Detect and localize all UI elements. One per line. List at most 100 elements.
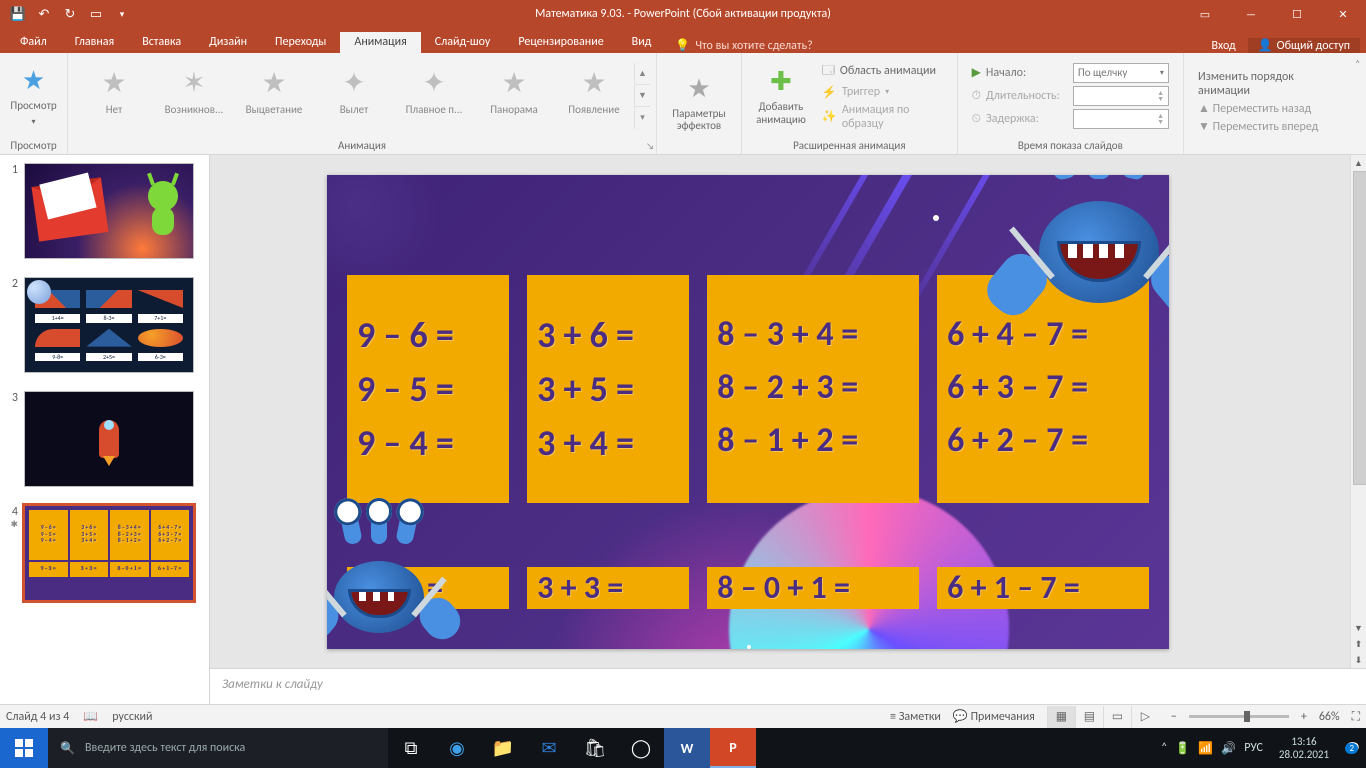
sign-in-button[interactable]: Вход — [1199, 39, 1247, 53]
add-animation-button[interactable]: ✚ Добавить анимацию — [748, 65, 814, 125]
tab-view[interactable]: Вид — [618, 32, 666, 53]
fit-to-window-icon[interactable]: ⛶ — [1352, 710, 1360, 724]
group-advanced-animation: ✚ Добавить анимацию 🗔Область анимации ⚡Т… — [742, 53, 958, 154]
undo-icon[interactable]: ↶ — [32, 2, 56, 26]
normal-view-icon[interactable]: ▦ — [1047, 706, 1075, 728]
card-col-2[interactable]: 3 + 6 = 3 + 5 = 3 + 4 = — [527, 275, 689, 503]
card-bot-4[interactable]: 6 + 1 – 7 = — [937, 567, 1149, 609]
gallery-scroll[interactable]: ▲▼▾ — [634, 63, 650, 129]
trigger-button[interactable]: ⚡Триггер▾ — [822, 85, 943, 100]
slide-thumbnail-1[interactable] — [24, 163, 194, 259]
zoom-out-icon[interactable]: − — [1171, 710, 1177, 724]
tab-insert[interactable]: Вставка — [128, 32, 195, 53]
tray-up-icon[interactable]: ˄ — [1161, 741, 1167, 755]
word-icon[interactable]: W — [664, 728, 710, 768]
taskbar-search[interactable]: 🔍 Введите здесь текст для поиска — [48, 728, 388, 768]
anim-split[interactable]: ★Панорама — [474, 63, 554, 116]
tab-design[interactable]: Дизайн — [195, 32, 261, 53]
animation-painter-button[interactable]: ✨Анимация по образцу — [822, 103, 943, 131]
card-bot-3[interactable]: 8 – 0 + 1 = — [707, 567, 919, 609]
slide-thumbnails-pane[interactable]: 1 2 1+4= 8-3= 7+1= 9-8= 2+5= 6-3= — [0, 155, 210, 704]
sorter-view-icon[interactable]: ▤ — [1075, 706, 1103, 728]
group-launcher-icon[interactable]: ↘ — [646, 141, 654, 152]
notes-toggle-button[interactable]: ≡ Заметки — [890, 710, 941, 724]
zoom-level[interactable]: 66% — [1319, 710, 1340, 724]
wifi-icon[interactable]: 📶 — [1198, 741, 1213, 756]
action-center-icon[interactable]: 💬 — [1345, 741, 1360, 756]
slide-canvas-area[interactable]: 9 – 6 = 9 – 5 = 9 – 4 = 3 + 6 = 3 + 5 = … — [210, 155, 1366, 668]
language-indicator[interactable]: русский — [112, 710, 152, 724]
zoom-in-icon[interactable]: + — [1301, 710, 1307, 724]
prev-slide-icon[interactable]: ⬆ — [1351, 636, 1366, 652]
anim-appear[interactable]: ✶Возникнов... — [154, 63, 234, 116]
share-icon: 👤 — [1258, 38, 1273, 53]
slide-thumbnail-4[interactable]: 9 – 6 =9 – 5 =9 – 4 = 3 + 6 =3 + 5 =3 + … — [24, 505, 194, 601]
notes-pane[interactable]: Заметки к слайду — [210, 668, 1366, 704]
spellcheck-icon[interactable]: 📖 — [83, 709, 98, 724]
explorer-icon[interactable]: 📁 — [480, 728, 526, 768]
anim-float[interactable]: ✦Плавное п... — [394, 63, 474, 116]
task-view-icon[interactable]: ⧉ — [388, 728, 434, 768]
next-slide-icon[interactable]: ⬇ — [1351, 652, 1366, 668]
clock[interactable]: 13:16 28.02.2021 — [1271, 735, 1337, 761]
start-button[interactable] — [0, 728, 48, 768]
group-effect-options: ★ Параметры эффектов — [657, 53, 742, 154]
save-icon[interactable]: 💾 — [6, 2, 30, 26]
slide-thumbnail-2[interactable]: 1+4= 8-3= 7+1= 9-8= 2+5= 6-3= — [24, 277, 194, 373]
system-tray: ˄ 🔋 📶 🔊 РУС 13:16 28.02.2021 💬 — [1155, 735, 1366, 761]
equation-text: 6 + 1 – 7 = — [947, 568, 1080, 607]
slide-thumbnail-3[interactable] — [24, 391, 194, 487]
share-button[interactable]: 👤 Общий доступ — [1248, 38, 1360, 53]
volume-icon[interactable]: 🔊 — [1221, 741, 1236, 756]
scroll-down-icon[interactable]: ▼ — [1351, 620, 1366, 636]
search-placeholder: Введите здесь текст для поиска — [85, 741, 245, 755]
comments-toggle-button[interactable]: 💬 Примечания — [953, 709, 1035, 724]
tab-transitions[interactable]: Переходы — [261, 32, 340, 53]
start-from-beginning-icon[interactable]: ▭ — [84, 2, 108, 26]
duration-spinner[interactable]: ▲▼ — [1073, 86, 1169, 106]
input-language[interactable]: РУС — [1244, 741, 1263, 755]
zoom-slider[interactable] — [1189, 715, 1289, 718]
vertical-scrollbar[interactable]: ▲ ▼ ⬆ ⬇ — [1350, 155, 1366, 668]
reading-view-icon[interactable]: ▭ — [1103, 706, 1131, 728]
powerpoint-icon[interactable]: P — [710, 728, 756, 768]
close-icon[interactable]: ✕ — [1320, 0, 1366, 28]
ribbon-options-icon[interactable]: ▭ — [1182, 0, 1228, 28]
edge-icon[interactable]: ◉ — [434, 728, 480, 768]
delay-spinner[interactable]: ▲▼ — [1073, 109, 1169, 129]
tab-home[interactable]: Главная — [61, 32, 128, 53]
move-later-button[interactable]: ▼ Переместить вперед — [1198, 119, 1335, 134]
redo-icon[interactable]: ↻ — [58, 2, 82, 26]
mail-icon[interactable]: ✉ — [526, 728, 572, 768]
qat-more-icon[interactable]: ▾ — [110, 2, 134, 26]
scroll-up-icon[interactable]: ▲ — [1351, 155, 1366, 171]
store-icon[interactable]: 🛍 — [572, 728, 618, 768]
card-col-3[interactable]: 8 – 3 + 4 = 8 – 2 + 3 = 8 – 1 + 2 = — [707, 275, 919, 503]
anim-fade[interactable]: ★Выцветание — [234, 63, 314, 116]
tab-animations[interactable]: Анимация — [340, 32, 420, 53]
anim-wipe[interactable]: ★Появление — [554, 63, 634, 116]
chrome-icon[interactable]: ◯ — [618, 728, 664, 768]
tab-slideshow[interactable]: Слайд-шоу — [421, 32, 505, 53]
anim-none[interactable]: ★Нет — [74, 63, 154, 116]
start-combo[interactable]: По щелчку▾ — [1073, 63, 1169, 83]
monster-bottom-left[interactable] — [327, 537, 439, 649]
tell-me-search[interactable]: 💡 Что вы хотите сделать? — [665, 38, 822, 53]
battery-icon[interactable]: 🔋 — [1175, 741, 1190, 756]
maximize-icon[interactable]: ☐ — [1274, 0, 1320, 28]
collapse-ribbon-icon[interactable]: ˄ — [1349, 53, 1366, 154]
card-bot-2[interactable]: 3 + 3 = — [527, 567, 689, 609]
monster-top-right[interactable] — [1019, 175, 1169, 339]
effect-options-button[interactable]: ★ Параметры эффектов — [663, 72, 735, 132]
tab-file[interactable]: Файл — [6, 32, 61, 53]
animation-pane-button[interactable]: 🗔Область анимации — [822, 61, 943, 82]
move-earlier-button[interactable]: ▲ Переместить назад — [1198, 101, 1335, 116]
slide-canvas[interactable]: 9 – 6 = 9 – 5 = 9 – 4 = 3 + 6 = 3 + 5 = … — [327, 175, 1169, 649]
card-col-1[interactable]: 9 – 6 = 9 – 5 = 9 – 4 = — [347, 275, 509, 503]
minimize-icon[interactable]: — — [1228, 0, 1274, 28]
animation-gallery[interactable]: ★Нет ✶Возникнов... ★Выцветание ✦Вылет ✦П… — [74, 63, 650, 129]
tab-review[interactable]: Рецензирование — [504, 32, 617, 53]
slideshow-view-icon[interactable]: ▷ — [1131, 706, 1159, 728]
preview-button[interactable]: ★ Просмотр ▾ — [6, 64, 61, 126]
anim-flyin[interactable]: ✦Вылет — [314, 63, 394, 116]
